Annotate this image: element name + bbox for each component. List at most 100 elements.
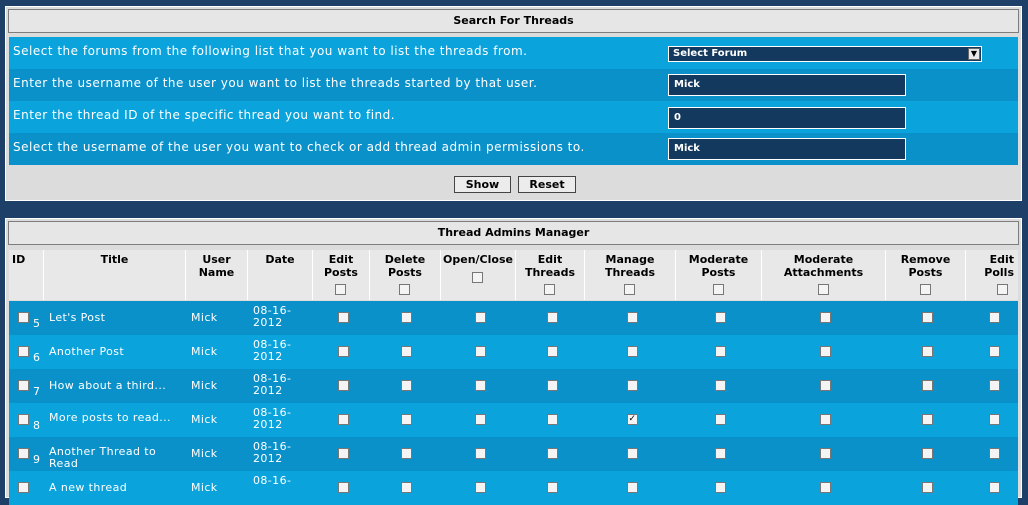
search-row-admin-user: Select the username of the user you want…	[9, 133, 1018, 165]
row-title-link[interactable]: Another Post	[49, 346, 179, 358]
open-close-checkbox[interactable]	[475, 346, 486, 357]
row-select-checkbox[interactable]	[18, 312, 29, 323]
table-header: ID Title User Name Date Edit Posts Delet…	[9, 250, 1018, 300]
edit-polls-all-checkbox[interactable]	[997, 284, 1008, 295]
delete-posts-checkbox[interactable]	[401, 414, 412, 425]
manage-threads-checkbox[interactable]	[627, 448, 638, 459]
edit-posts-all-checkbox[interactable]	[335, 284, 346, 295]
manage-threads-checkbox[interactable]	[627, 482, 638, 493]
username-input[interactable]: Mick	[668, 74, 906, 96]
search-row-username: Enter the username of the user you want …	[9, 69, 1018, 101]
show-button[interactable]: Show	[454, 176, 511, 193]
moderate-posts-checkbox[interactable]	[715, 380, 726, 391]
search-panel-title: Search For Threads	[8, 9, 1019, 33]
moderate-posts-checkbox[interactable]	[715, 414, 726, 425]
delete-posts-checkbox[interactable]	[401, 380, 412, 391]
admin-user-input[interactable]: Mick	[668, 138, 906, 160]
moderate-attachments-all-checkbox[interactable]	[817, 284, 829, 295]
row-user-name: Mick	[191, 311, 218, 324]
moderate-attachments-checkbox[interactable]	[820, 346, 831, 357]
moderate-attachments-checkbox[interactable]	[820, 482, 831, 493]
row-title-link[interactable]: Another Thread to Read	[49, 446, 179, 470]
edit-polls-checkbox[interactable]	[989, 414, 1000, 425]
row-id: 9	[33, 453, 41, 466]
edit-posts-checkbox[interactable]	[338, 482, 349, 493]
edit-threads-all-checkbox[interactable]	[544, 284, 555, 295]
moderate-posts-checkbox[interactable]	[715, 482, 726, 493]
chevron-down-icon[interactable]: ▼	[968, 48, 980, 60]
open-close-all-checkbox[interactable]	[472, 272, 483, 283]
forum-select-value: Select Forum	[673, 48, 748, 59]
moderate-attachments-checkbox[interactable]	[820, 312, 831, 323]
remove-posts-all-checkbox[interactable]	[919, 284, 931, 295]
delete-posts-checkbox[interactable]	[401, 312, 412, 323]
edit-threads-checkbox[interactable]	[547, 312, 558, 323]
forum-label: Select the forums from the following lis…	[13, 44, 528, 58]
manage-threads-checkbox[interactable]	[627, 346, 638, 357]
manage-threads-checkbox[interactable]	[627, 312, 638, 323]
delete-posts-all-checkbox[interactable]	[399, 284, 410, 295]
row-select-checkbox[interactable]	[18, 414, 29, 425]
row-date: 08-16-2012	[253, 406, 292, 431]
moderate-attachments-checkbox[interactable]	[820, 448, 831, 459]
row-date: 08-16-2012	[253, 440, 292, 465]
row-select-checkbox[interactable]	[18, 380, 29, 391]
edit-posts-checkbox[interactable]	[338, 346, 349, 357]
row-user-name: Mick	[191, 447, 218, 460]
edit-posts-checkbox[interactable]	[338, 312, 349, 323]
remove-posts-checkbox[interactable]	[922, 448, 933, 459]
moderate-posts-checkbox[interactable]	[715, 448, 726, 459]
row-select-checkbox[interactable]	[18, 482, 29, 493]
row-title-link[interactable]: Let's Post	[49, 312, 179, 324]
edit-threads-checkbox[interactable]	[547, 414, 558, 425]
delete-posts-checkbox[interactable]	[401, 482, 412, 493]
edit-polls-checkbox[interactable]	[989, 312, 1000, 323]
row-title-link[interactable]: How about a third...	[49, 380, 179, 392]
row-title-link[interactable]: A new thread	[49, 482, 179, 494]
reset-button[interactable]: Reset	[518, 176, 576, 193]
edit-threads-checkbox[interactable]	[547, 346, 558, 357]
edit-polls-checkbox[interactable]	[989, 448, 1000, 459]
row-title-link[interactable]: More posts to read...	[49, 412, 179, 424]
open-close-checkbox[interactable]	[475, 482, 486, 493]
table-row: 7 How about a third... Mick 08-16-2012	[9, 369, 1018, 403]
delete-posts-checkbox[interactable]	[401, 346, 412, 357]
edit-polls-checkbox[interactable]	[989, 482, 1000, 493]
table-row: A new thread Mick 08-16-	[9, 471, 1018, 505]
manage-threads-all-checkbox[interactable]	[624, 284, 635, 295]
edit-threads-checkbox[interactable]	[547, 380, 558, 391]
edit-posts-checkbox[interactable]	[338, 448, 349, 459]
manage-threads-checkbox[interactable]: ✓	[627, 414, 638, 425]
moderate-posts-checkbox[interactable]	[715, 346, 726, 357]
moderate-posts-checkbox[interactable]	[715, 312, 726, 323]
row-date: 08-16-2012	[253, 304, 292, 329]
moderate-posts-all-checkbox[interactable]	[712, 284, 724, 295]
open-close-checkbox[interactable]	[475, 448, 486, 459]
remove-posts-checkbox[interactable]	[922, 414, 933, 425]
username-label: Enter the username of the user you want …	[13, 76, 538, 90]
row-id: 6	[33, 351, 41, 364]
remove-posts-checkbox[interactable]	[922, 482, 933, 493]
moderate-attachments-checkbox[interactable]	[820, 414, 831, 425]
edit-polls-checkbox[interactable]	[989, 346, 1000, 357]
forum-select[interactable]: Select Forum ▼	[668, 46, 982, 62]
col-manage-threads: Manage Threads	[585, 250, 675, 300]
open-close-checkbox[interactable]	[475, 312, 486, 323]
moderate-attachments-checkbox[interactable]	[820, 380, 831, 391]
thread-id-input[interactable]: 0	[668, 107, 906, 129]
remove-posts-checkbox[interactable]	[922, 312, 933, 323]
table-row: 6 Another Post Mick 08-16-2012	[9, 335, 1018, 369]
open-close-checkbox[interactable]	[475, 414, 486, 425]
remove-posts-checkbox[interactable]	[922, 380, 933, 391]
delete-posts-checkbox[interactable]	[401, 448, 412, 459]
edit-polls-checkbox[interactable]	[989, 380, 1000, 391]
edit-posts-checkbox[interactable]	[338, 414, 349, 425]
edit-threads-checkbox[interactable]	[547, 482, 558, 493]
row-select-checkbox[interactable]	[18, 448, 29, 459]
edit-threads-checkbox[interactable]	[547, 448, 558, 459]
manage-threads-checkbox[interactable]	[627, 380, 638, 391]
edit-posts-checkbox[interactable]	[338, 380, 349, 391]
row-select-checkbox[interactable]	[18, 346, 29, 357]
remove-posts-checkbox[interactable]	[922, 346, 933, 357]
open-close-checkbox[interactable]	[475, 380, 486, 391]
